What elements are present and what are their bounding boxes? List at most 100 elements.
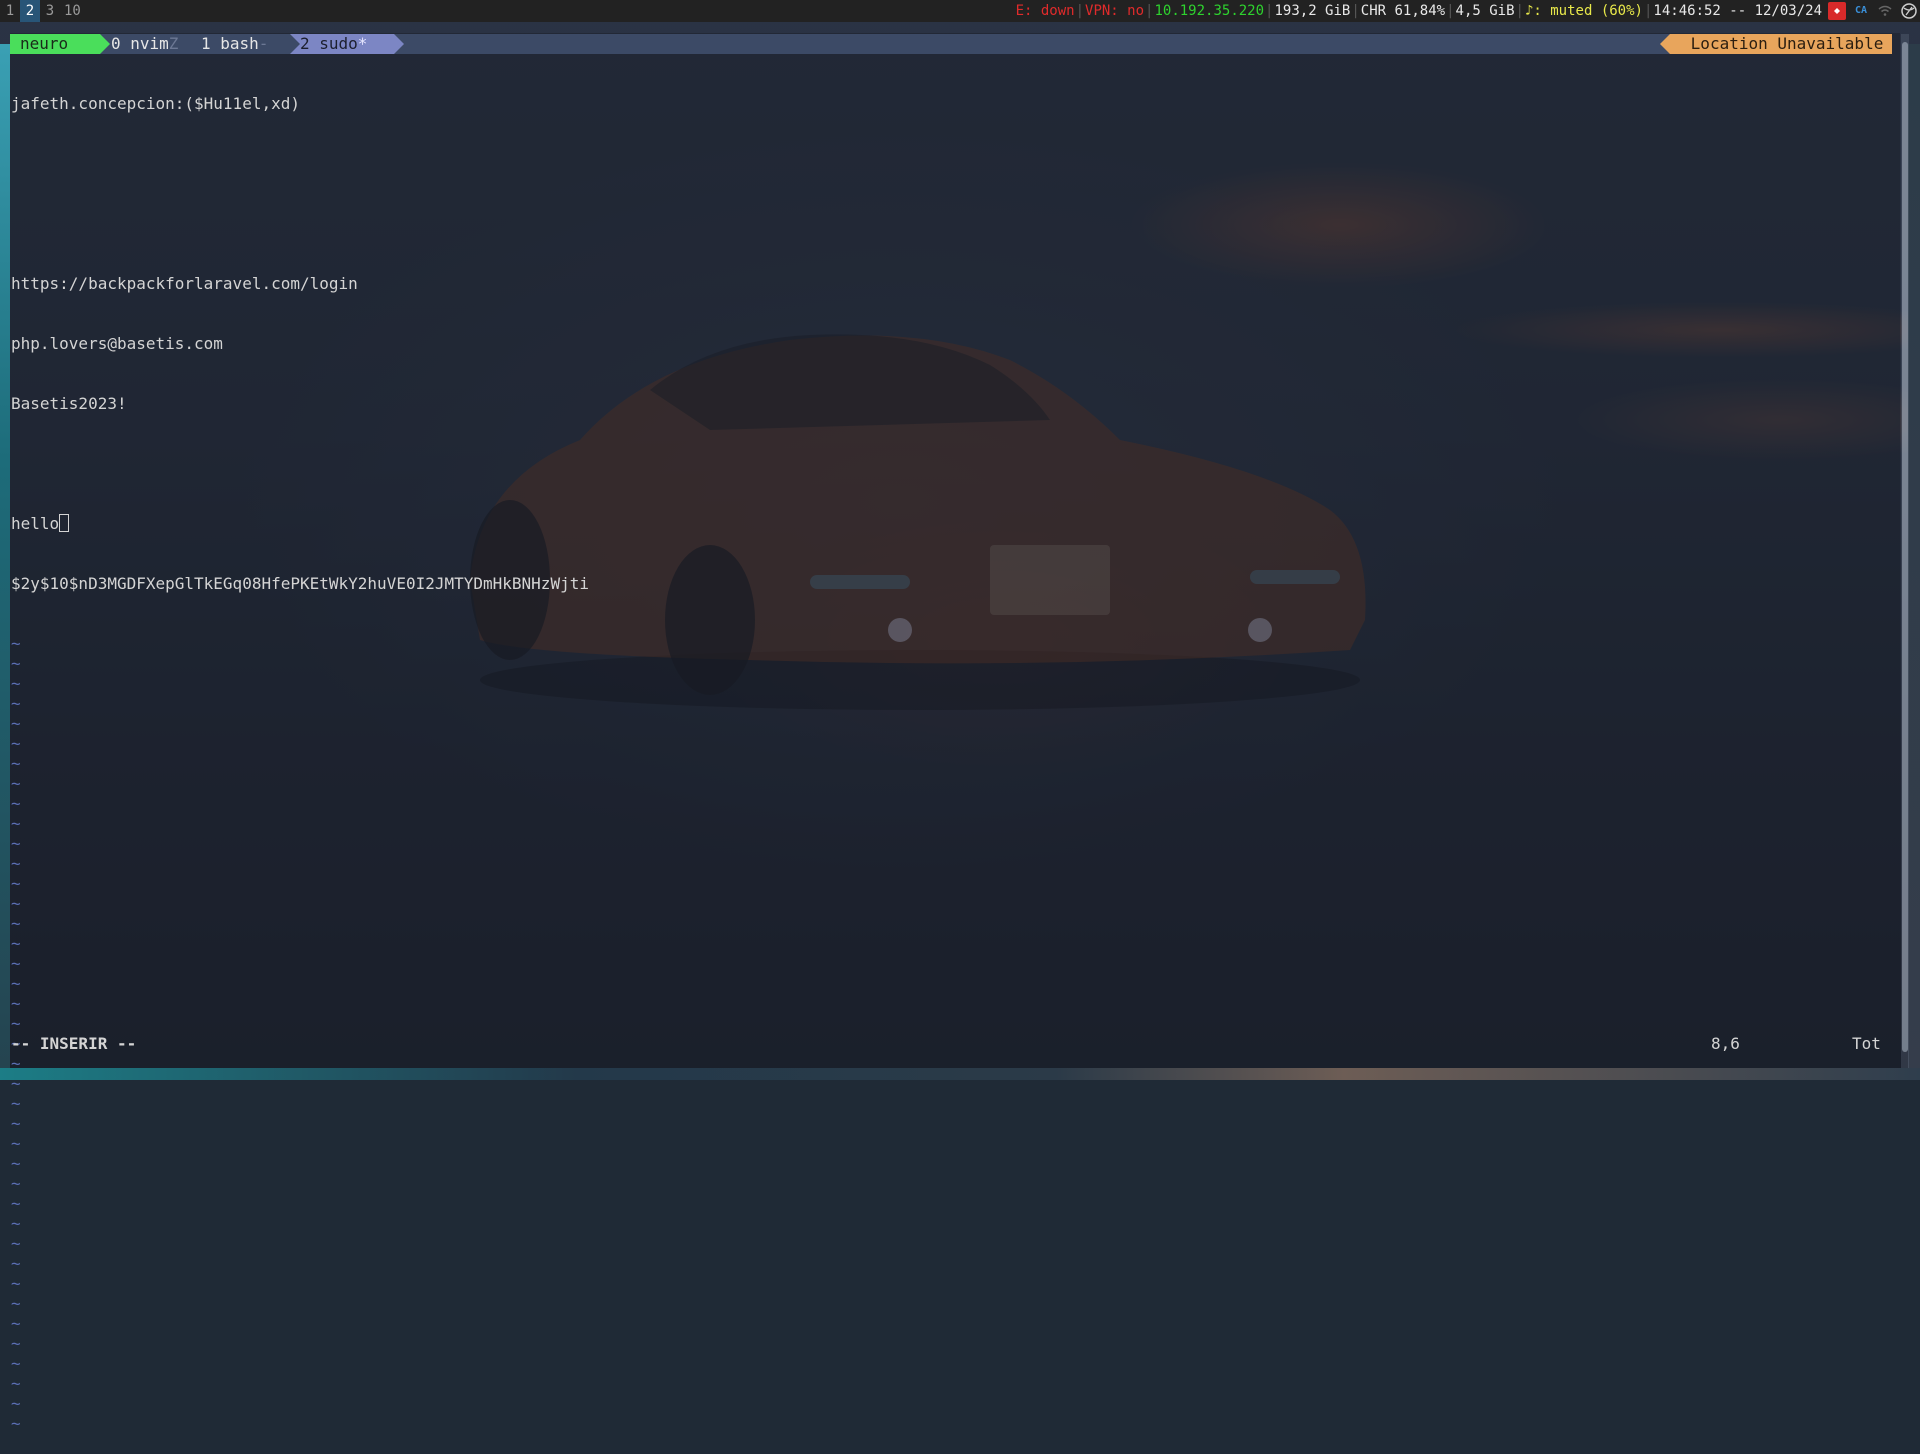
buffer-line-text: hello xyxy=(11,514,60,533)
tilde-marker: ~ xyxy=(11,1414,21,1433)
tilde-marker: ~ xyxy=(11,954,21,973)
tmux-window-1[interactable]: 1 bash- xyxy=(201,34,268,54)
tmux-window-2[interactable]: 2 sudo* xyxy=(300,34,367,54)
clock: 14:46:52 -- 12/03/24 xyxy=(1653,3,1822,19)
workspace-1[interactable]: 1 xyxy=(0,0,20,22)
tilde-marker: ~ xyxy=(11,1234,21,1253)
tilde-marker: ~ xyxy=(11,994,21,1013)
tilde-marker: ~ xyxy=(11,854,21,873)
editor-buffer[interactable]: jafeth.concepcion:($Hu11el,xd) https://b… xyxy=(11,54,1891,1454)
tilde-marker: ~ xyxy=(11,774,21,793)
tmux-window-0[interactable]: 0 nvimZ xyxy=(111,34,178,54)
tmux-window-label: 0 nvim xyxy=(111,34,169,53)
tilde-marker: ~ xyxy=(11,1054,21,1073)
tmux-window-flag: Z xyxy=(168,34,179,53)
tilde-marker: ~ xyxy=(11,894,21,913)
buffer-line: php.lovers@basetis.com xyxy=(11,334,223,353)
tilde-marker: ~ xyxy=(11,1334,21,1353)
powerline-arrow xyxy=(290,34,300,54)
buffer-line: Basetis2023! xyxy=(11,394,127,413)
status-separator: | xyxy=(1446,3,1455,19)
tilde-marker: ~ xyxy=(11,734,21,753)
buffer-line: $2y$10$nD3MGDFXepGlTkEGq08HfePKEtWkY2huV… xyxy=(11,574,589,593)
status-blocks: E: down | VPN: no | 10.192.35.220 | 193,… xyxy=(1016,0,1822,22)
powerline-arrow xyxy=(1660,34,1670,54)
tilde-marker: ~ xyxy=(11,814,21,833)
tilde-marker: ~ xyxy=(11,1094,21,1113)
tilde-marker: ~ xyxy=(11,1114,21,1133)
volume-status: ♪: muted (60%) xyxy=(1524,3,1643,19)
tilde-marker: ~ xyxy=(11,1294,21,1313)
tilde-marker: ~ xyxy=(11,1154,21,1173)
status-separator: | xyxy=(1643,3,1653,19)
tilde-marker: ~ xyxy=(11,1394,21,1413)
tilde-marker: ~ xyxy=(11,694,21,713)
text-cursor xyxy=(59,514,70,532)
battery-status: CHR 61,84% xyxy=(1360,3,1446,19)
vpn-status: VPN: no xyxy=(1085,3,1145,19)
tmux-status-bar: neuro 0 nvimZ 1 bash- 2 sudo* Location U… xyxy=(10,34,1892,54)
wallpaper-edge-left xyxy=(0,44,10,1080)
system-tray: CA xyxy=(1828,2,1920,20)
ca-icon[interactable]: CA xyxy=(1852,2,1870,20)
tmux-window-flag: * xyxy=(357,34,368,53)
workspace-2[interactable]: 2 xyxy=(20,0,40,22)
scroll-position: Tot xyxy=(1852,1034,1881,1053)
tilde-marker: ~ xyxy=(11,874,21,893)
tmux-session-name: neuro xyxy=(10,34,100,54)
tilde-marker: ~ xyxy=(11,914,21,933)
buffer-line: jafeth.concepcion:($Hu11el,xd) xyxy=(11,94,300,113)
powerline-arrow xyxy=(100,34,110,54)
workspace-3[interactable]: 3 xyxy=(40,0,60,22)
workspace-10[interactable]: 10 xyxy=(60,0,85,22)
vim-mode-indicator: -- INSERIR -- xyxy=(11,1034,137,1053)
tilde-marker: ~ xyxy=(11,794,21,813)
system-status-bar: 1 2 3 10 E: down | VPN: no | 10.192.35.2… xyxy=(0,0,1920,22)
workspace-switcher: 1 2 3 10 xyxy=(0,0,85,22)
buffer-line xyxy=(11,214,1891,234)
tilde-marker: ~ xyxy=(11,1174,21,1193)
buffer-line: https://backpackforlaravel.com/login xyxy=(11,274,358,293)
buffer-line xyxy=(11,154,1891,174)
ethernet-status: E: down xyxy=(1015,3,1075,19)
terminal-scrollbar[interactable] xyxy=(1901,34,1909,1068)
tilde-marker: ~ xyxy=(11,1194,21,1213)
tilde-marker: ~ xyxy=(11,974,21,993)
tilde-marker: ~ xyxy=(11,1014,21,1033)
tilde-marker: ~ xyxy=(11,634,21,653)
vim-statusline: -- INSERIR -- 8,6 Tot xyxy=(11,1034,1881,1054)
tilde-marker: ~ xyxy=(11,714,21,733)
tilde-marker: ~ xyxy=(11,1074,21,1093)
tilde-marker: ~ xyxy=(11,1314,21,1333)
tilde-marker: ~ xyxy=(11,674,21,693)
powerline-arrow xyxy=(394,34,404,54)
tilde-marker: ~ xyxy=(11,1134,21,1153)
ip-address: 10.192.35.220 xyxy=(1154,3,1265,19)
tilde-marker: ~ xyxy=(11,834,21,853)
status-separator: | xyxy=(1351,3,1360,19)
anydesk-icon[interactable] xyxy=(1828,2,1846,20)
tilde-marker: ~ xyxy=(11,1254,21,1273)
status-separator: | xyxy=(1265,3,1274,19)
tmux-window-flag: - xyxy=(258,34,269,53)
tilde-marker: ~ xyxy=(11,654,21,673)
tilde-marker: ~ xyxy=(11,1374,21,1393)
disk-free: 193,2 GiB xyxy=(1274,3,1351,19)
cursor-position: 8,6 xyxy=(1711,1034,1740,1053)
wallpaper-edge-right xyxy=(1908,44,1920,1080)
tilde-marker: ~ xyxy=(11,754,21,773)
tmux-window-label: 2 sudo xyxy=(300,34,358,53)
tilde-marker: ~ xyxy=(11,1354,21,1373)
status-separator: | xyxy=(1075,3,1085,19)
network-globe-icon[interactable] xyxy=(1900,2,1918,20)
buffer-line-cursor: hello xyxy=(11,514,1891,534)
tilde-marker: ~ xyxy=(11,934,21,953)
tilde-marker: ~ xyxy=(11,1214,21,1233)
tmux-location-status: Location Unavailable xyxy=(1670,34,1892,54)
scrollbar-thumb[interactable] xyxy=(1902,42,1908,1052)
tmux-window-label: 1 bash xyxy=(201,34,259,53)
wifi-icon[interactable] xyxy=(1876,2,1894,20)
memory-usage: 4,5 GiB xyxy=(1455,3,1515,19)
buffer-line xyxy=(11,454,1891,474)
status-separator: | xyxy=(1145,3,1154,19)
